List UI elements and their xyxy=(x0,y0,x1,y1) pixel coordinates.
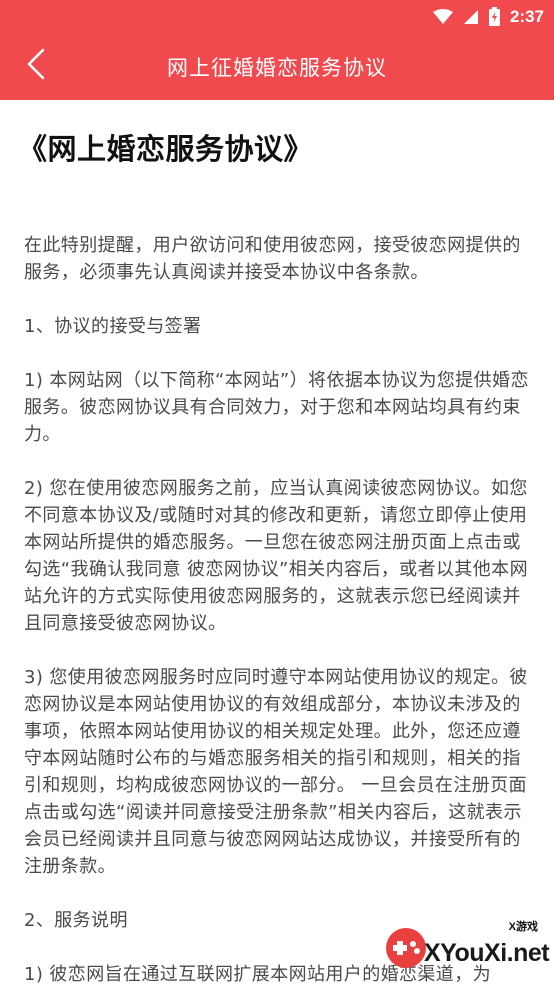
watermark-small-text: X游戏 xyxy=(508,921,538,933)
status-bar: 2:37 xyxy=(0,0,554,33)
document-title: 《网上婚恋服务协议》 xyxy=(18,132,314,166)
status-time: 2:37 xyxy=(509,6,544,26)
page-title: 网上征婚婚恋服务协议 xyxy=(167,55,387,80)
wifi-icon xyxy=(432,8,453,25)
battery-charging-icon xyxy=(488,7,500,26)
watermark: X游戏 XYouXi.net xyxy=(384,916,550,980)
paragraph-1-3: 3) 您使用彼恋网服务时应同时遵守本网站使用协议的规定。彼恋网协议是本网站使用协… xyxy=(24,667,528,877)
watermark-logo-icon xyxy=(384,926,428,970)
paragraph-1-2: 2) 您在使用彼恋网服务之前，应当认真阅读彼恋网协议。如您不同意本协议及/或随时… xyxy=(24,478,528,634)
agreement-content[interactable]: 《网上婚恋服务协议》 在此特别提醒，用户欲访问和使用彼恋网，接受彼恋网提供的服务… xyxy=(0,100,554,986)
app-bar: 网上征婚婚恋服务协议 xyxy=(0,33,554,100)
section-heading-1: 1、协议的接受与签署 xyxy=(24,316,202,337)
back-button[interactable] xyxy=(14,43,58,89)
watermark-text: XYouXi.net xyxy=(424,939,550,967)
paragraph-1-1: 1) 本网站网（以下简称“本网站”）将依据本协议为您提供婚恋服务。彼恋网协议具有… xyxy=(24,370,529,445)
signal-icon xyxy=(463,9,479,25)
paragraph-intro: 在此特别提醒，用户欲访问和使用彼恋网，接受彼恋网提供的服务，必须事先认真阅读并接… xyxy=(24,235,521,283)
chevron-left-icon xyxy=(26,48,46,84)
